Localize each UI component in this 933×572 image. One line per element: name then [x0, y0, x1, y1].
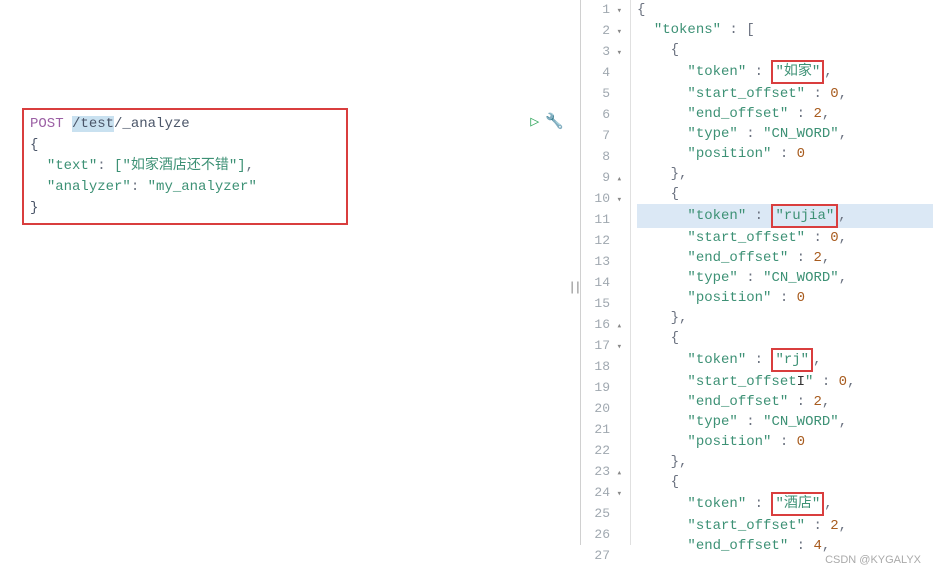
gutter-line: 5 [581, 84, 622, 105]
response-line: }, [637, 164, 933, 184]
response-line: "token" : "如家", [637, 60, 933, 84]
gutter-line: 14 [581, 273, 622, 294]
request-highlight-box: POST /test/_analyze { "text": ["如家酒店还不错"… [22, 108, 348, 225]
response-line: }, [637, 452, 933, 472]
gutter-line: 13 [581, 252, 622, 273]
gutter-line: 24▾ [581, 483, 622, 504]
gutter-line: 2▾ [581, 21, 622, 42]
gutter-line: 21 [581, 420, 622, 441]
gutter-line: 15 [581, 294, 622, 315]
text-cursor: I [797, 374, 805, 390]
response-line: "token" : "rj", [637, 348, 933, 372]
response-line: "end_offset" : 2, [637, 248, 933, 268]
response-line: "start_offset" : 2, [637, 516, 933, 536]
request-line-5: } [30, 198, 340, 219]
response-line: "end_offset" : 2, [637, 104, 933, 124]
response-line: }, [637, 308, 933, 328]
gutter-line: 26 [581, 525, 622, 546]
request-line-3: "text": ["如家酒店还不错"], [30, 156, 340, 177]
gutter-line: 27 [581, 546, 622, 567]
response-line: { [637, 328, 933, 348]
response-line: "position" : 0 [637, 288, 933, 308]
request-line-1: POST /test/_analyze [30, 114, 340, 135]
response-line: "end_offset" : 2, [637, 392, 933, 412]
url-selected: /test [72, 116, 114, 132]
response-line: "type" : "CN_WORD", [637, 268, 933, 288]
gutter-line: 6 [581, 105, 622, 126]
wrench-icon[interactable]: 🔧 [545, 112, 564, 131]
highlighted-token: "rujia" [771, 204, 838, 228]
gutter-line: 25 [581, 504, 622, 525]
highlighted-token: "酒店" [771, 492, 824, 516]
gutter-line: 11 [581, 210, 622, 231]
gutter-line: 9▴ [581, 168, 622, 189]
response-line: "type" : "CN_WORD", [637, 124, 933, 144]
response-line: "position" : 0 [637, 432, 933, 452]
response-line: { [637, 472, 933, 492]
gutter-line: 23▴ [581, 462, 622, 483]
gutter-line: 20 [581, 399, 622, 420]
gutter-line: 3▾ [581, 42, 622, 63]
response-panel[interactable]: 1▾2▾3▾4 5 6 7 8 9▴10▾11 12 13 14 15 16▴1… [580, 0, 933, 545]
gutter-line: 8 [581, 147, 622, 168]
gutter-line: 10▾ [581, 189, 622, 210]
response-line: "start_offset" : 0, [637, 228, 933, 248]
response-body: { "tokens" : [ { "token" : "如家", "start_… [631, 0, 933, 545]
response-line: { [637, 40, 933, 60]
response-line: "token" : "酒店", [637, 492, 933, 516]
response-line: "token" : "rujia", [637, 204, 933, 228]
response-line: "end_offset" : 4, [637, 536, 933, 556]
response-line: "start_offsetI" : 0, [637, 372, 933, 392]
url-suffix: /_analyze [114, 116, 190, 132]
request-line-4: "analyzer": "my_analyzer" [30, 177, 340, 198]
highlighted-token: "rj" [771, 348, 813, 372]
response-line: "type" : "CN_WORD", [637, 412, 933, 432]
request-panel[interactable]: POST /test/_analyze { "text": ["如家酒店还不错"… [0, 0, 568, 545]
response-line: "tokens" : [ [637, 20, 933, 40]
gutter-line: 17▾ [581, 336, 622, 357]
response-line: { [637, 0, 933, 20]
gutter-line: 19 [581, 378, 622, 399]
http-method: POST [30, 116, 64, 132]
gutter-line: 4 [581, 63, 622, 84]
request-line-2: { [30, 135, 340, 156]
response-line: "position" : 0 [637, 144, 933, 164]
play-icon[interactable]: ▷ [530, 112, 539, 131]
gutter-line: 1▾ [581, 0, 622, 21]
response-line: { [637, 184, 933, 204]
highlighted-token: "如家" [771, 60, 824, 84]
watermark-text: CSDN @KYGALYX [825, 554, 921, 566]
panel-divider[interactable]: || [568, 280, 580, 295]
gutter-line: 12 [581, 231, 622, 252]
gutter-line: 7 [581, 126, 622, 147]
request-actions: ▷ 🔧 [530, 112, 564, 131]
gutter-line: 18 [581, 357, 622, 378]
response-line: "start_offset" : 0, [637, 84, 933, 104]
line-gutter: 1▾2▾3▾4 5 6 7 8 9▴10▾11 12 13 14 15 16▴1… [581, 0, 631, 545]
gutter-line: 16▴ [581, 315, 622, 336]
gutter-line: 22 [581, 441, 622, 462]
